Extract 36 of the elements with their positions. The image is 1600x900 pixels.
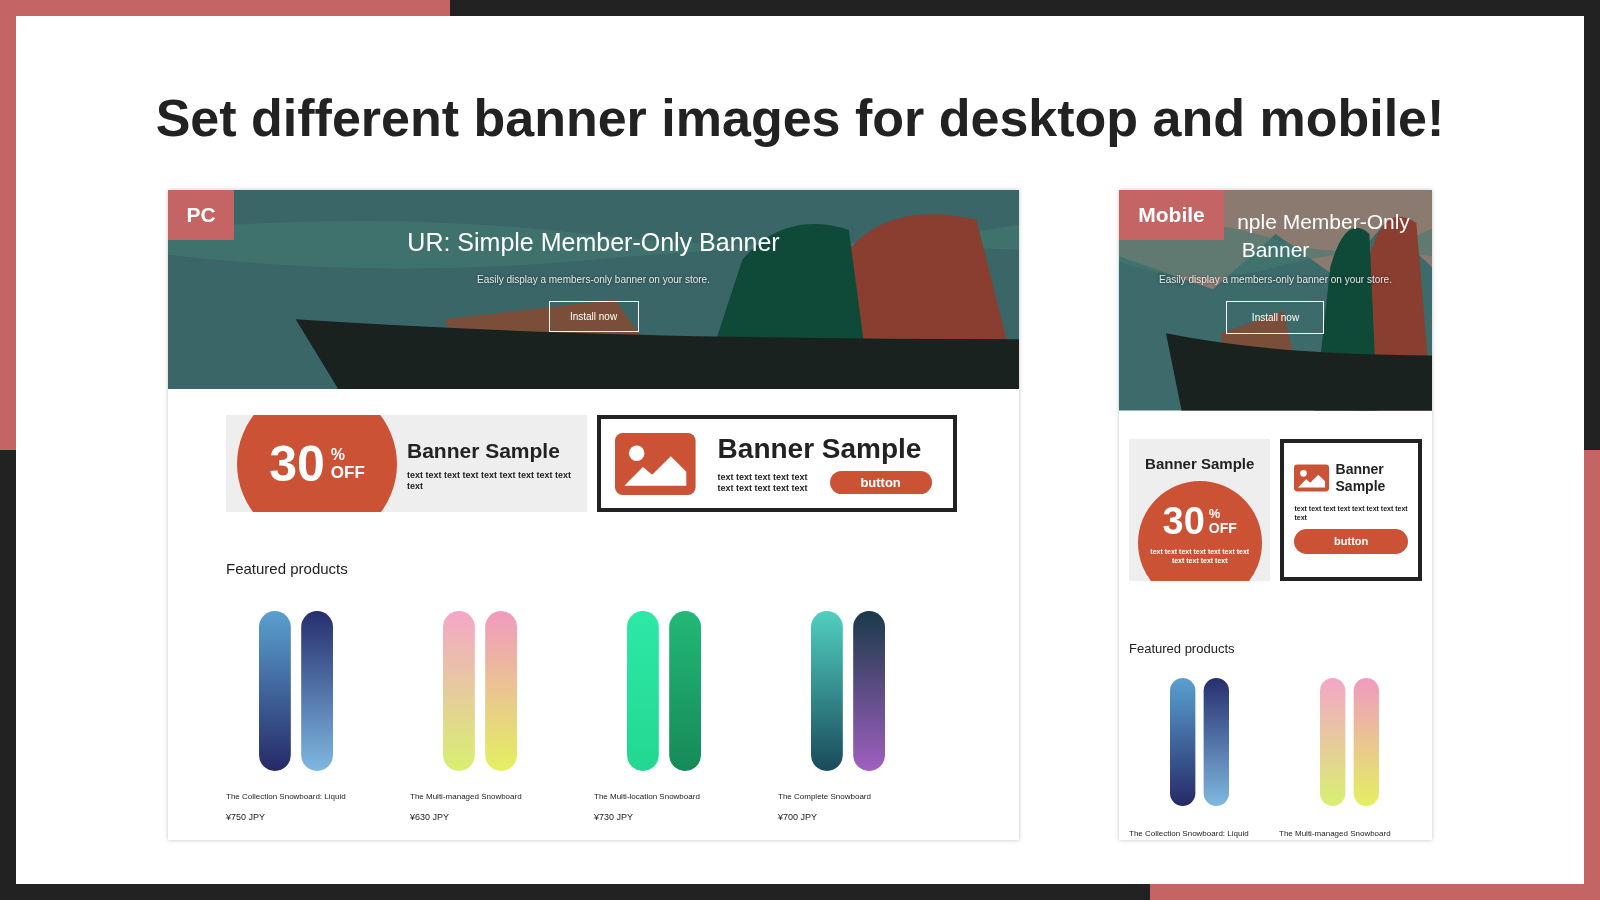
percent-sign: %	[330, 445, 347, 464]
product-price: ¥700 JPY	[778, 810, 819, 824]
preview-label: PC	[168, 190, 234, 240]
product-name[interactable]: The Collection Snowboard: Liquid	[226, 790, 410, 803]
discount-number: 30	[269, 438, 325, 489]
hero-subtitle: Easily display a members-only banner on your store.	[477, 273, 710, 287]
hero-title: Banner	[1241, 237, 1310, 263]
section-heading: Featured products	[226, 559, 349, 579]
banner-button[interactable]: button	[829, 471, 932, 494]
off-text: OFF	[330, 463, 365, 482]
product-name[interactable]: The Complete Snowboard	[778, 790, 962, 803]
banner-title: Banner Sample	[1145, 453, 1255, 474]
preview-label: Mobile	[1119, 190, 1224, 240]
product-name[interactable]: The Collection Snowboard: Liquid	[1129, 828, 1273, 840]
product-name[interactable]: The Multi-managed Snowboard	[1279, 828, 1423, 840]
product-price: ¥730 JPY	[594, 810, 635, 824]
product-price: ¥630 JPY	[410, 810, 451, 824]
off-text: OFF	[1208, 520, 1237, 536]
percent-sign: %	[1208, 506, 1222, 521]
product-name[interactable]: The Multi-managed Snowboard	[410, 790, 594, 803]
image-icon	[615, 432, 696, 495]
banner-title: Banner Sample	[717, 433, 923, 465]
hero-title: nple Member-Only	[1237, 209, 1410, 235]
banner-title: Banner Sample	[407, 437, 561, 464]
install-button[interactable]: Install now	[548, 301, 639, 332]
section-heading: Featured products	[1129, 639, 1236, 658]
banner-text: text text text text text text text text text text	[717, 471, 809, 494]
hero-title: UR: Simple Member-Only Banner	[407, 227, 780, 258]
product-price: ¥750 JPY	[226, 810, 267, 824]
banner-button[interactable]: button	[1294, 528, 1408, 554]
discount-number: 30	[1162, 501, 1205, 541]
banner-title: Banner Sample	[1335, 460, 1387, 495]
product-name[interactable]: The Multi-location Snowboard	[594, 790, 778, 803]
install-button[interactable]: Install now	[1226, 301, 1325, 334]
banner-text: text text text text text text text text text text	[407, 470, 573, 493]
headline: Set different banner images for desktop and mobile!	[155, 88, 1445, 148]
